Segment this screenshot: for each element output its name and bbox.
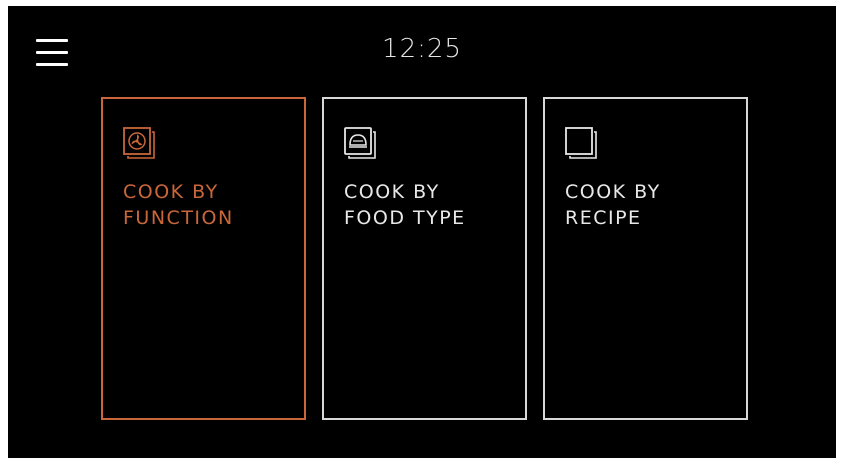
recipe-book-icon — [565, 127, 599, 161]
tile-cook-by-recipe[interactable]: COOK BY RECIPE — [543, 97, 748, 420]
fan-function-icon — [123, 127, 157, 161]
tile-label: COOK BY RECIPE — [565, 179, 740, 231]
tile-label-line: RECIPE — [565, 207, 642, 229]
tile-label: COOK BY FOOD TYPE — [344, 179, 519, 231]
clock-time: 12:25 — [382, 34, 462, 64]
oven-display-screen: 12:25 COOK BY FUNCTION COOK BY FOOD TYPE… — [8, 6, 836, 458]
tile-label: COOK BY FUNCTION — [123, 179, 298, 231]
tile-label-line: FOOD TYPE — [344, 207, 466, 229]
scroll-indicator — [528, 336, 530, 420]
food-dome-icon — [344, 127, 378, 161]
tile-label-line: COOK BY — [344, 181, 440, 203]
tile-label-line: COOK BY — [123, 181, 219, 203]
tile-cook-by-function[interactable]: COOK BY FUNCTION — [101, 97, 306, 420]
tile-label-line: FUNCTION — [123, 207, 234, 229]
tile-label-line: COOK BY — [565, 181, 661, 203]
tile-cook-by-food-type[interactable]: COOK BY FOOD TYPE — [322, 97, 527, 420]
